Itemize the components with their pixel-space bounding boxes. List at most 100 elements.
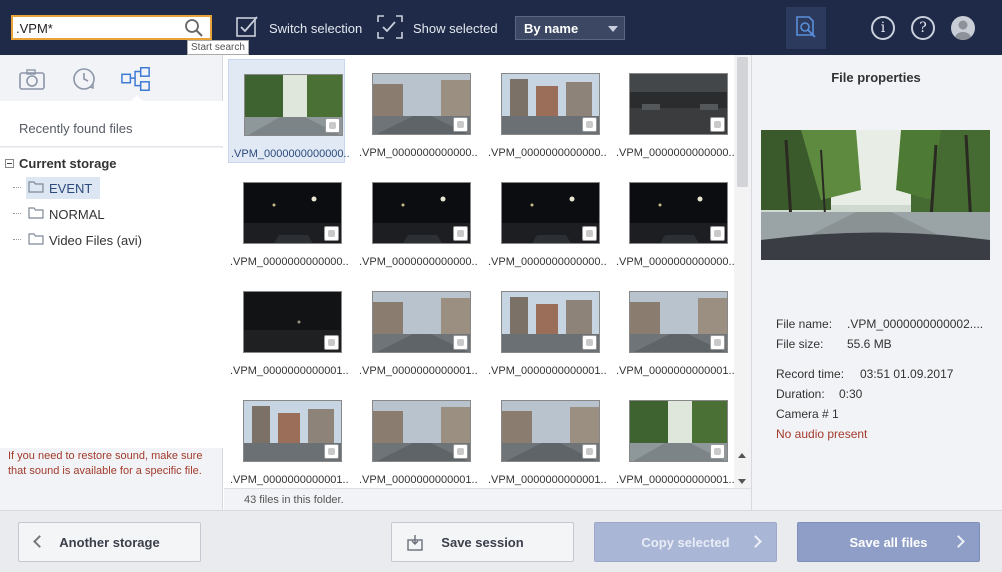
select-checkbox[interactable] [324, 335, 339, 350]
tree-item-event[interactable]: EVENT [26, 177, 101, 199]
select-checkbox[interactable] [582, 444, 597, 459]
folder-icon [28, 232, 49, 248]
save-session-label: Save session [441, 534, 524, 550]
select-checkbox[interactable] [582, 226, 597, 241]
select-checkbox[interactable] [710, 226, 725, 241]
tree-connector [13, 213, 21, 214]
save-all-files-label: Save all files [849, 534, 928, 550]
file-tile[interactable]: .VPM_0000000000001... [614, 277, 734, 381]
camera-icon[interactable] [17, 65, 47, 93]
select-checkbox[interactable] [324, 226, 339, 241]
user-avatar-icon[interactable] [951, 16, 975, 40]
file-name: .VPM_0000000000001... [488, 474, 606, 486]
select-checkbox[interactable] [453, 444, 468, 459]
file-tile[interactable]: .VPM_0000000000000... [614, 168, 734, 272]
chevron-right-icon [749, 535, 762, 548]
video-thumbnail [629, 73, 728, 135]
select-checkbox[interactable] [453, 117, 468, 132]
properties-title: File properties [831, 70, 921, 85]
video-thumbnail [629, 182, 728, 244]
checkbox-icon [235, 15, 269, 42]
select-checkbox[interactable] [324, 444, 339, 459]
file-preview-button[interactable] [786, 7, 826, 49]
folder-tree-icon[interactable] [121, 65, 151, 93]
tree-item-video-files[interactable]: Video Files (avi) [26, 229, 150, 251]
info-icon[interactable]: i [871, 16, 895, 40]
file-properties-panel: File properties File name: .VPM_00000000… [751, 55, 1002, 510]
video-thumbnail [372, 291, 471, 353]
tree-connector [13, 187, 21, 188]
file-tile[interactable]: .VPM_0000000000000... [357, 168, 477, 272]
another-storage-button[interactable]: Another storage [18, 522, 201, 562]
file-tile[interactable]: .VPM_0000000000001... [228, 277, 348, 381]
select-checkbox[interactable] [582, 117, 597, 132]
recently-found-files[interactable]: Recently found files [0, 101, 223, 147]
show-selected-button[interactable]: Show selected [377, 14, 498, 40]
search-input[interactable] [16, 19, 176, 37]
scroll-up-icon[interactable] [738, 453, 746, 458]
file-name-label: File name: [776, 317, 833, 331]
select-checkbox[interactable] [453, 335, 468, 350]
folder-status: 43 files in this folder. [224, 488, 751, 510]
sort-value: By name [524, 21, 579, 36]
search-icon[interactable] [184, 18, 204, 38]
sort-dropdown[interactable]: By name [515, 16, 625, 40]
record-time-label: Record time: [776, 367, 845, 381]
save-all-files-button[interactable]: Save all files [797, 522, 980, 562]
file-tile[interactable]: .VPM_0000000000000... [228, 59, 349, 163]
file-tile[interactable]: .VPM_0000000000001... [357, 386, 477, 488]
file-name: .VPM_0000000000001... [359, 365, 477, 377]
video-thumbnail [501, 73, 600, 135]
file-name: .VPM_0000000000000... [488, 256, 606, 268]
file-tile[interactable]: .VPM_0000000000000... [614, 59, 734, 163]
record-time-value: 03:51 01.09.2017 [860, 367, 954, 381]
video-thumbnail [629, 291, 728, 353]
file-tile[interactable]: .VPM_0000000000000... [486, 168, 606, 272]
file-tile[interactable]: .VPM_0000000000000... [486, 59, 606, 163]
file-tile[interactable]: .VPM_0000000000000... [357, 59, 477, 163]
tree-root-current-storage[interactable]: Current storage [5, 156, 117, 171]
switch-selection-button[interactable]: Switch selection [235, 15, 362, 42]
file-tile[interactable]: .VPM_0000000000001... [614, 386, 734, 488]
video-thumbnail [243, 182, 342, 244]
help-icon[interactable]: ? [911, 16, 935, 40]
file-tile[interactable]: .VPM_0000000000001... [228, 386, 348, 488]
file-tile[interactable]: .VPM_0000000000001... [357, 277, 477, 381]
copy-selected-button[interactable]: Copy selected [594, 522, 777, 562]
select-checkbox[interactable] [325, 118, 340, 133]
file-grid-panel: .VPM_0000000000000... .VPM_0000000000000.… [224, 55, 751, 510]
scroll-down-icon[interactable] [738, 479, 746, 484]
history-clock-icon[interactable] [69, 65, 99, 93]
file-tile[interactable]: .VPM_0000000000001... [486, 386, 606, 488]
video-thumbnail [372, 73, 471, 135]
select-checkbox[interactable] [582, 335, 597, 350]
session-icon [406, 534, 424, 555]
search-box[interactable] [11, 15, 212, 40]
storage-tree: Current storage EVENT NORMAL Video Files… [0, 148, 223, 448]
tree-item-normal[interactable]: NORMAL [26, 203, 113, 225]
file-name: .VPM_0000000000001... [488, 365, 606, 377]
collapse-icon[interactable] [5, 159, 14, 168]
folder-icon [28, 180, 49, 196]
file-tile[interactable]: .VPM_0000000000000... [228, 168, 348, 272]
audio-status: No audio present [776, 427, 868, 441]
show-selected-label: Show selected [413, 20, 498, 36]
tree-item-label: Video Files (avi) [49, 232, 142, 248]
folder-icon [28, 206, 49, 222]
help-label: ? [919, 20, 927, 36]
select-checkbox[interactable] [710, 117, 725, 132]
select-checkbox[interactable] [710, 335, 725, 350]
restore-sound-hint: If you need to restore sound, make sure … [8, 450, 203, 477]
file-name: .VPM_0000000000000... [231, 148, 349, 160]
file-name: .VPM_0000000000000... [616, 256, 734, 268]
file-name: .VPM_0000000000001... [359, 474, 477, 486]
scrollbar-thumb[interactable] [737, 57, 748, 187]
save-session-button[interactable]: Save session [391, 522, 574, 562]
select-checkbox[interactable] [453, 226, 468, 241]
file-tile[interactable]: .VPM_0000000000001... [486, 277, 606, 381]
vertical-scrollbar[interactable] [734, 55, 751, 488]
select-checkbox[interactable] [710, 444, 725, 459]
tree-connector [13, 239, 21, 240]
document-search-icon [794, 15, 818, 42]
tree-item-label: NORMAL [49, 206, 105, 222]
